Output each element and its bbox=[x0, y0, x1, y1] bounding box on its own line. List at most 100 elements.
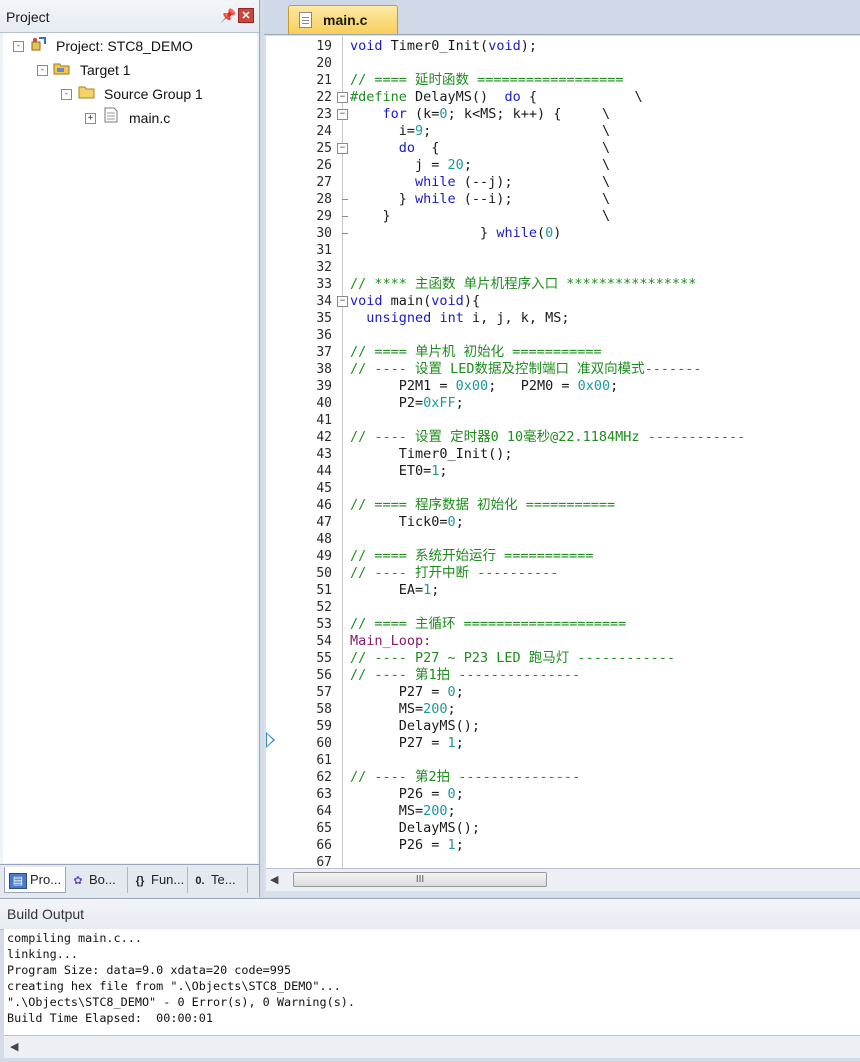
close-panel-button[interactable]: ✕ bbox=[238, 8, 254, 23]
code-line: void Timer0_Init(void); bbox=[350, 37, 537, 54]
project-tab-icon: ▤ bbox=[9, 872, 27, 889]
expand-icon[interactable]: + bbox=[85, 113, 96, 124]
code-line: // ==== 系统开始运行 =========== bbox=[350, 547, 594, 564]
line-number: 26 bbox=[316, 157, 332, 173]
tab-label: Pro... bbox=[30, 872, 62, 887]
project-tree: - Project: STC8_DEMO - Target 1 - Source… bbox=[3, 33, 257, 863]
code-line: P27 = 1; bbox=[350, 734, 464, 751]
line-number: 28 bbox=[316, 191, 332, 207]
code-line: P26 = 0; bbox=[350, 785, 464, 802]
line-number: 32 bbox=[316, 259, 332, 275]
project-titlebar: Project 📌 ✕ bbox=[0, 0, 259, 33]
tree-item-project[interactable]: - Project: STC8_DEMO bbox=[3, 35, 253, 57]
line-number: 57 bbox=[316, 684, 332, 700]
project-icon bbox=[31, 37, 46, 51]
code-line: // ---- 第2拍 --------------- bbox=[350, 768, 581, 785]
code-editor[interactable]: 19 20 21 22 23 24 25 26 27 28 29 30 31 32 33 34 35 36 37 38… bbox=[266, 36, 860, 868]
line-number: 39 bbox=[316, 378, 332, 394]
code-line: Timer0_Init(); bbox=[350, 445, 513, 462]
project-panel-tabs: ▤ Pro... ✿ Bo... {} Fun... 0. Te... bbox=[0, 864, 259, 898]
collapse-icon[interactable]: - bbox=[37, 65, 48, 76]
code-line: P26 = 1; bbox=[350, 836, 464, 853]
fold-end-marker bbox=[342, 232, 348, 234]
line-number: 37 bbox=[316, 344, 332, 360]
code-line: #define DelayMS() do { \ bbox=[350, 88, 643, 105]
tab-label: Te... bbox=[211, 872, 236, 887]
code-line: while (--j); \ bbox=[415, 173, 611, 190]
line-number: 30 bbox=[316, 225, 332, 241]
functions-icon: {} bbox=[135, 874, 145, 887]
file-icon bbox=[104, 107, 118, 123]
line-number: 45 bbox=[316, 480, 332, 496]
code-line: unsigned int i, j, k, MS; bbox=[366, 309, 570, 326]
line-number: 50 bbox=[316, 565, 332, 581]
code-line: // ==== 延时函数 ================== bbox=[350, 71, 624, 88]
build-log-line: Program Size: data=9.0 xdata=20 code=995 bbox=[7, 963, 292, 977]
tab-label: main.c bbox=[323, 12, 368, 28]
scrollbar-grip: III bbox=[415, 874, 425, 885]
build-log-line: compiling main.c... bbox=[7, 931, 142, 945]
line-number: 61 bbox=[316, 752, 332, 768]
line-number: 36 bbox=[316, 327, 332, 343]
build-output-log[interactable]: compiling main.c... linking... Program S… bbox=[4, 929, 860, 1035]
code-line: MS=200; bbox=[350, 802, 456, 819]
editor-tab-strip: main.c bbox=[264, 0, 860, 35]
tab-project[interactable]: ▤ Pro... bbox=[4, 867, 66, 893]
code-line: DelayMS(); bbox=[350, 819, 481, 836]
tree-item-main-c[interactable]: + main.c bbox=[3, 107, 253, 129]
fold-collapse-icon[interactable]: − bbox=[337, 142, 348, 154]
line-number: 23 bbox=[316, 106, 332, 122]
tab-functions[interactable]: {} Fun... bbox=[128, 867, 188, 893]
collapse-icon[interactable]: - bbox=[13, 41, 24, 52]
tab-templates[interactable]: 0. Te... bbox=[188, 867, 248, 893]
line-number: 25 bbox=[316, 140, 332, 156]
fold-margin bbox=[342, 36, 343, 868]
line-number: 67 bbox=[316, 854, 332, 869]
line-number: 66 bbox=[316, 837, 332, 853]
tree-item-source-group[interactable]: - Source Group 1 bbox=[3, 83, 253, 105]
line-number: 49 bbox=[316, 548, 332, 564]
code-line: // ==== 单片机 初始化 =========== bbox=[350, 343, 602, 360]
fold-collapse-icon[interactable]: − bbox=[337, 295, 348, 307]
code-line: void main(void){ bbox=[350, 292, 481, 309]
tree-item-target[interactable]: - Target 1 bbox=[3, 59, 253, 81]
fold-collapse-icon[interactable]: − bbox=[337, 108, 348, 120]
build-horizontal-scrollbar[interactable]: ◀ bbox=[4, 1035, 860, 1058]
build-output-titlebar: Build Output bbox=[0, 898, 860, 930]
tab-label: Bo... bbox=[89, 872, 116, 887]
code-line: EA=1; bbox=[350, 581, 440, 598]
code-line: P2M1 = 0x00; P2M0 = 0x00; bbox=[350, 377, 619, 394]
code-line: // ---- 设置 定时器0 10毫秒@22.1184MHz --------… bbox=[350, 428, 746, 445]
scroll-left-icon[interactable]: ◀ bbox=[270, 873, 278, 886]
tab-main-c[interactable]: main.c bbox=[288, 5, 398, 34]
scrollbar-thumb[interactable]: III bbox=[293, 872, 547, 887]
code-line: Main_Loop: bbox=[350, 632, 432, 649]
code-line: i=9; \ bbox=[350, 122, 611, 139]
code-line: // ==== 程序数据 初始化 =========== bbox=[350, 496, 616, 513]
line-number: 35 bbox=[316, 310, 332, 326]
line-number: 27 bbox=[316, 174, 332, 190]
code-line: DelayMS(); bbox=[350, 717, 481, 734]
code-line: // ---- 第1拍 --------------- bbox=[350, 666, 581, 683]
collapse-icon[interactable]: - bbox=[61, 89, 72, 100]
tab-label: Fun... bbox=[151, 872, 185, 887]
line-number: 62 bbox=[316, 769, 332, 785]
horizontal-scrollbar[interactable]: ◀ III bbox=[266, 868, 860, 891]
line-number: 42 bbox=[316, 429, 332, 445]
tab-books[interactable]: ✿ Bo... bbox=[66, 867, 128, 893]
project-panel: Project 📌 ✕ - Project: STC8_DEMO - Targe… bbox=[0, 0, 260, 898]
fold-collapse-icon[interactable]: − bbox=[337, 91, 348, 103]
build-log-line: ".\Objects\STC8_DEMO" - 0 Error(s), 0 Wa… bbox=[7, 995, 356, 1009]
line-number: 64 bbox=[316, 803, 332, 819]
line-number: 31 bbox=[316, 242, 332, 258]
line-number: 40 bbox=[316, 395, 332, 411]
code-line: } \ bbox=[350, 207, 611, 224]
books-icon: ✿ bbox=[73, 874, 83, 887]
line-number: 44 bbox=[316, 463, 332, 479]
pin-icon[interactable]: 📌 bbox=[220, 8, 236, 24]
code-line: } while(0) bbox=[350, 224, 562, 241]
project-panel-title: Project bbox=[6, 9, 50, 25]
code-line: // **** 主函数 单片机程序入口 **************** bbox=[350, 275, 697, 292]
folder-icon bbox=[78, 86, 95, 99]
scroll-left-icon[interactable]: ◀ bbox=[10, 1040, 18, 1053]
